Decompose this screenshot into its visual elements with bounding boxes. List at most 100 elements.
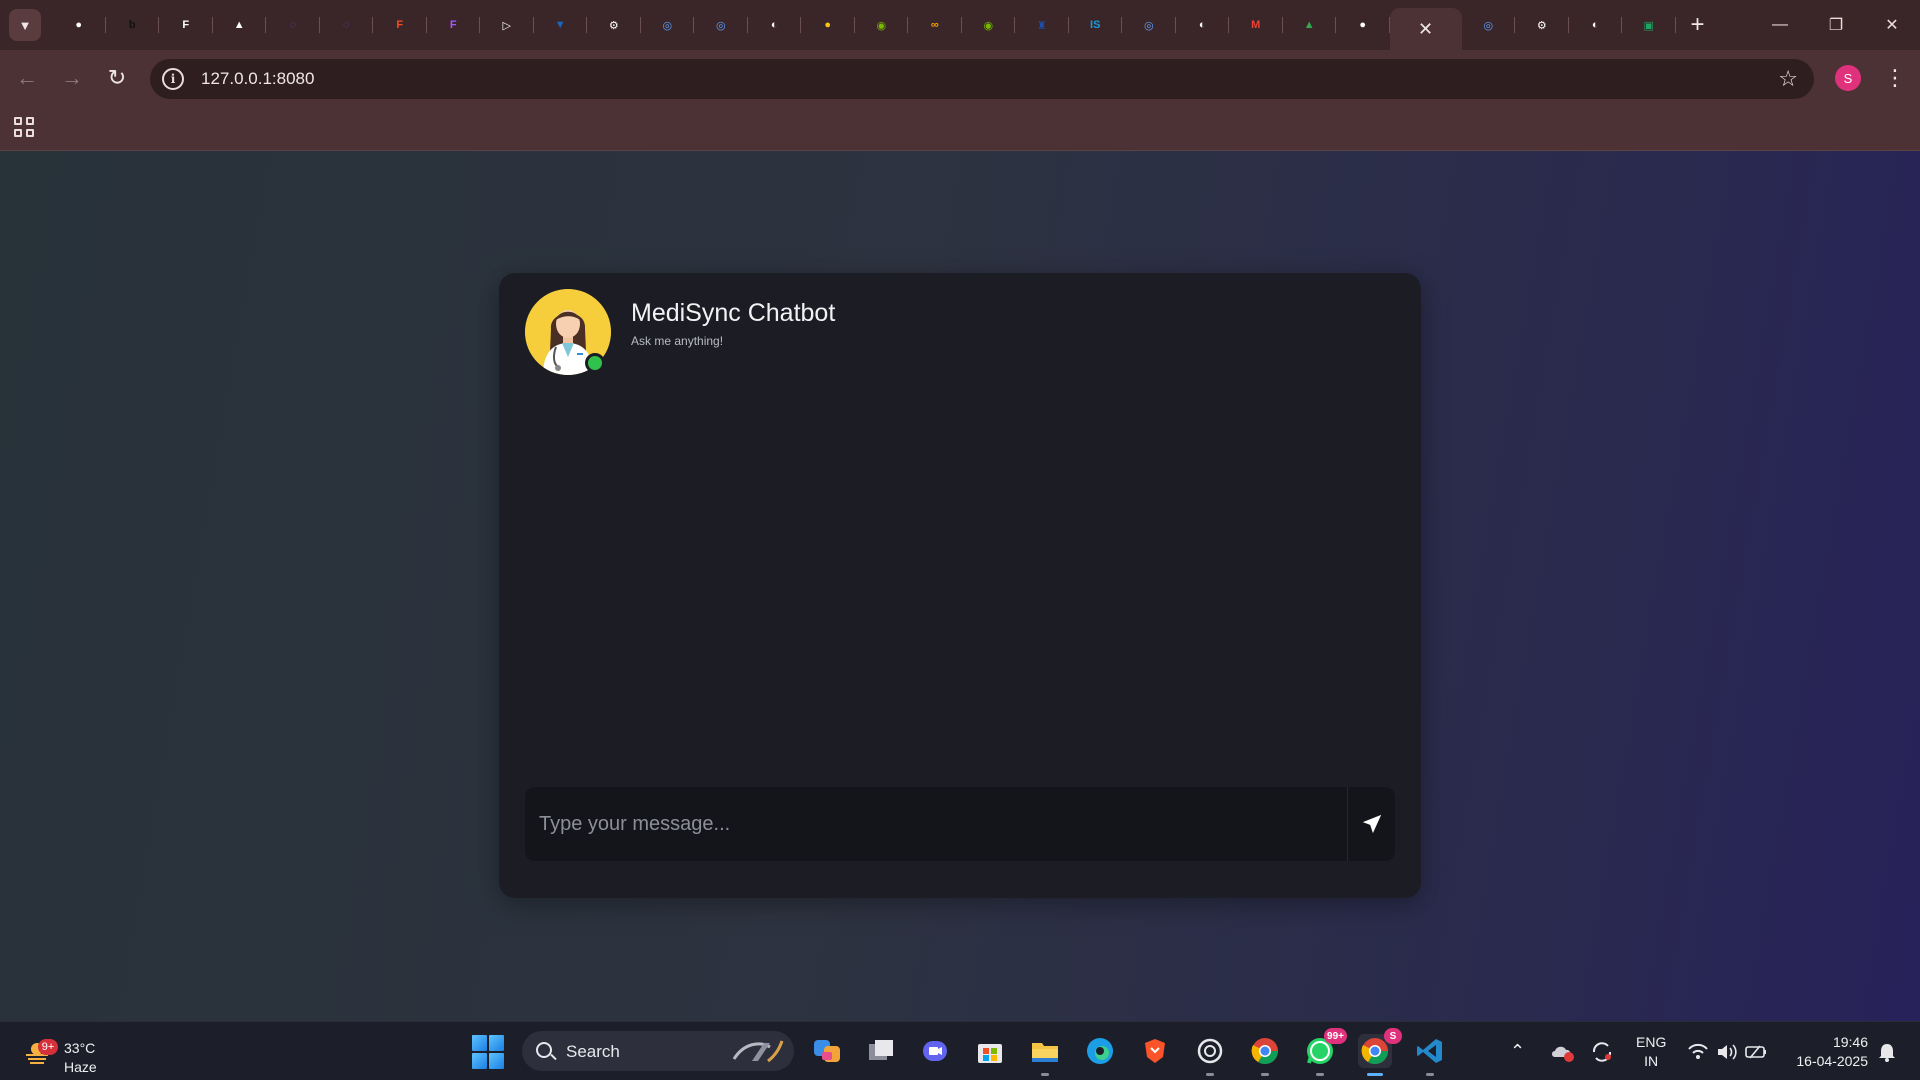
browser-tab[interactable]: ◉ [855,0,909,50]
globe-icon: ◐ [1198,19,1206,31]
globe-blue-icon: ◎ [1483,19,1494,32]
browser-tab[interactable]: ▷ [480,0,534,50]
browser-tab[interactable]: M [1229,0,1283,50]
browser-tab[interactable]: ◎ [1462,0,1516,50]
copilot-app-icon[interactable] [810,1034,844,1068]
forward-button[interactable]: → [54,60,90,96]
window-controls: — ❐ ✕ [1752,0,1920,50]
chrome-profile-badge: S [1384,1028,1402,1044]
chat-title: MediSync Chatbot [631,299,836,327]
page-viewport: MediSync Chatbot Ask me anything! [0,151,1920,1021]
browser-tab[interactable]: ◉ [962,0,1016,50]
reload-icon: ↻ [107,65,127,90]
taskbar-search[interactable]: Search [522,1031,794,1071]
sync-icon[interactable] [1590,1022,1614,1080]
running-indicator [1316,1073,1324,1076]
running-indicator [1426,1073,1434,1076]
browser-tab[interactable]: ⚙ [587,0,641,50]
profile-avatar[interactable]: S [1835,65,1861,91]
browser-tab[interactable]: ◎ [1122,0,1176,50]
browser-tab[interactable]: ◐ [1569,0,1623,50]
close-window-button[interactable]: ✕ [1864,0,1920,50]
vscode-icon[interactable] [1413,1034,1447,1076]
weather-notification-badge: 9+ [38,1039,58,1055]
weather-widget[interactable]: 9+ 33°C Haze [20,1032,110,1075]
box-icon: ▲ [233,19,245,31]
url-text[interactable]: 127.0.0.1:8080 [201,69,314,89]
browser-tab[interactable]: ◐ [1176,0,1230,50]
more-vertical-icon: ⋮ [1884,65,1906,90]
back-button[interactable]: ← [9,60,45,96]
tab-search-button[interactable]: ▼ [9,9,41,41]
nvidia-icon: ◉ [983,19,994,32]
new-tab-button[interactable]: + [1680,7,1716,43]
active-indicator [1367,1073,1383,1076]
figma-icon: F [449,19,457,31]
browser-tab[interactable]: ◐ [748,0,802,50]
active-browser-tab[interactable]: ✕ [1389,8,1462,50]
edge-browser-icon[interactable] [1083,1034,1117,1068]
start-button[interactable] [472,1035,506,1069]
profile-initial: S [1843,70,1853,86]
browser-tab[interactable]: ♜ [1015,0,1069,50]
reload-button[interactable]: ↻ [99,60,135,96]
teams-chat-icon[interactable] [918,1034,952,1068]
notifications-button[interactable] [1876,1022,1898,1080]
browser-tab[interactable]: ▲ [1283,0,1337,50]
task-view-icon[interactable] [864,1034,898,1068]
browser-tab[interactable]: ▣ [1622,0,1676,50]
browser-tab[interactable]: ● [1336,0,1390,50]
browser-tab[interactable]: ∞ [908,0,962,50]
bookmarks-bar [0,106,1920,151]
clock-date: 16-04-2025 [1796,1052,1868,1069]
restore-button[interactable]: ❐ [1808,0,1864,50]
browser-menu-button[interactable]: ⋮ [1880,60,1910,96]
microsoft-store-icon[interactable] [973,1034,1007,1068]
browser-tab[interactable]: F [159,0,213,50]
message-input[interactable] [525,787,1347,861]
browser-tab[interactable]: ◌ [266,0,320,50]
chrome-profile-browser-icon[interactable]: S [1358,1028,1402,1076]
browser-tab[interactable]: F [427,0,481,50]
browser-tab[interactable]: ● [801,0,855,50]
faded-icon: ◌ [342,19,350,31]
bookmark-star-icon[interactable]: ☆ [1778,66,1798,92]
browser-tab[interactable]: IS [1069,0,1123,50]
browser-tab[interactable]: ⚙ [1515,0,1569,50]
quick-settings-button[interactable] [1686,1022,1770,1080]
browser-tab[interactable]: ◌ [320,0,374,50]
browser-tab[interactable]: b [106,0,160,50]
clock-time: 19:46 [1832,1033,1868,1050]
browser-tab[interactable]: ◎ [694,0,748,50]
bell-icon [1879,1043,1895,1062]
onedrive-error-icon[interactable] [1550,1022,1576,1080]
arrow-left-icon: ← [16,65,38,90]
close-tab-icon[interactable]: ✕ [1418,19,1433,40]
chrome-browser-icon[interactable] [1248,1034,1282,1076]
language-indicator[interactable]: ENG IN [1636,1022,1666,1080]
apps-grid-icon[interactable] [14,117,34,137]
crest-icon: ♜ [1036,19,1047,32]
whatsapp-icon[interactable]: 99+ [1303,1028,1347,1076]
chatgpt-app-icon[interactable] [1193,1034,1227,1076]
file-explorer-icon[interactable] [1028,1034,1062,1076]
browser-tab[interactable]: ▼ [534,0,588,50]
browser-tab[interactable]: ▲ [213,0,267,50]
send-button[interactable] [1347,787,1395,861]
browser-tab[interactable]: ● [52,0,106,50]
address-bar[interactable]: i 127.0.0.1:8080 ☆ [150,59,1814,99]
close-icon: ✕ [1885,17,1899,34]
globe-icon: ◐ [1591,19,1599,31]
puzzle-icon: F [182,19,190,31]
brave-browser-icon[interactable] [1138,1034,1172,1068]
region-code: IN [1644,1052,1659,1069]
show-hidden-icons-button[interactable]: ⌃ [1510,1022,1525,1080]
minimize-button[interactable]: — [1752,0,1808,50]
bold-b-icon: b [128,19,136,31]
globe-blue-icon: ◎ [715,19,726,32]
search-label: Search [566,1042,620,1061]
browser-tab[interactable]: ◎ [641,0,695,50]
site-info-icon[interactable]: i [162,68,184,90]
clock[interactable]: 19:46 16-04-2025 [1786,1022,1868,1080]
browser-tab[interactable]: F [373,0,427,50]
